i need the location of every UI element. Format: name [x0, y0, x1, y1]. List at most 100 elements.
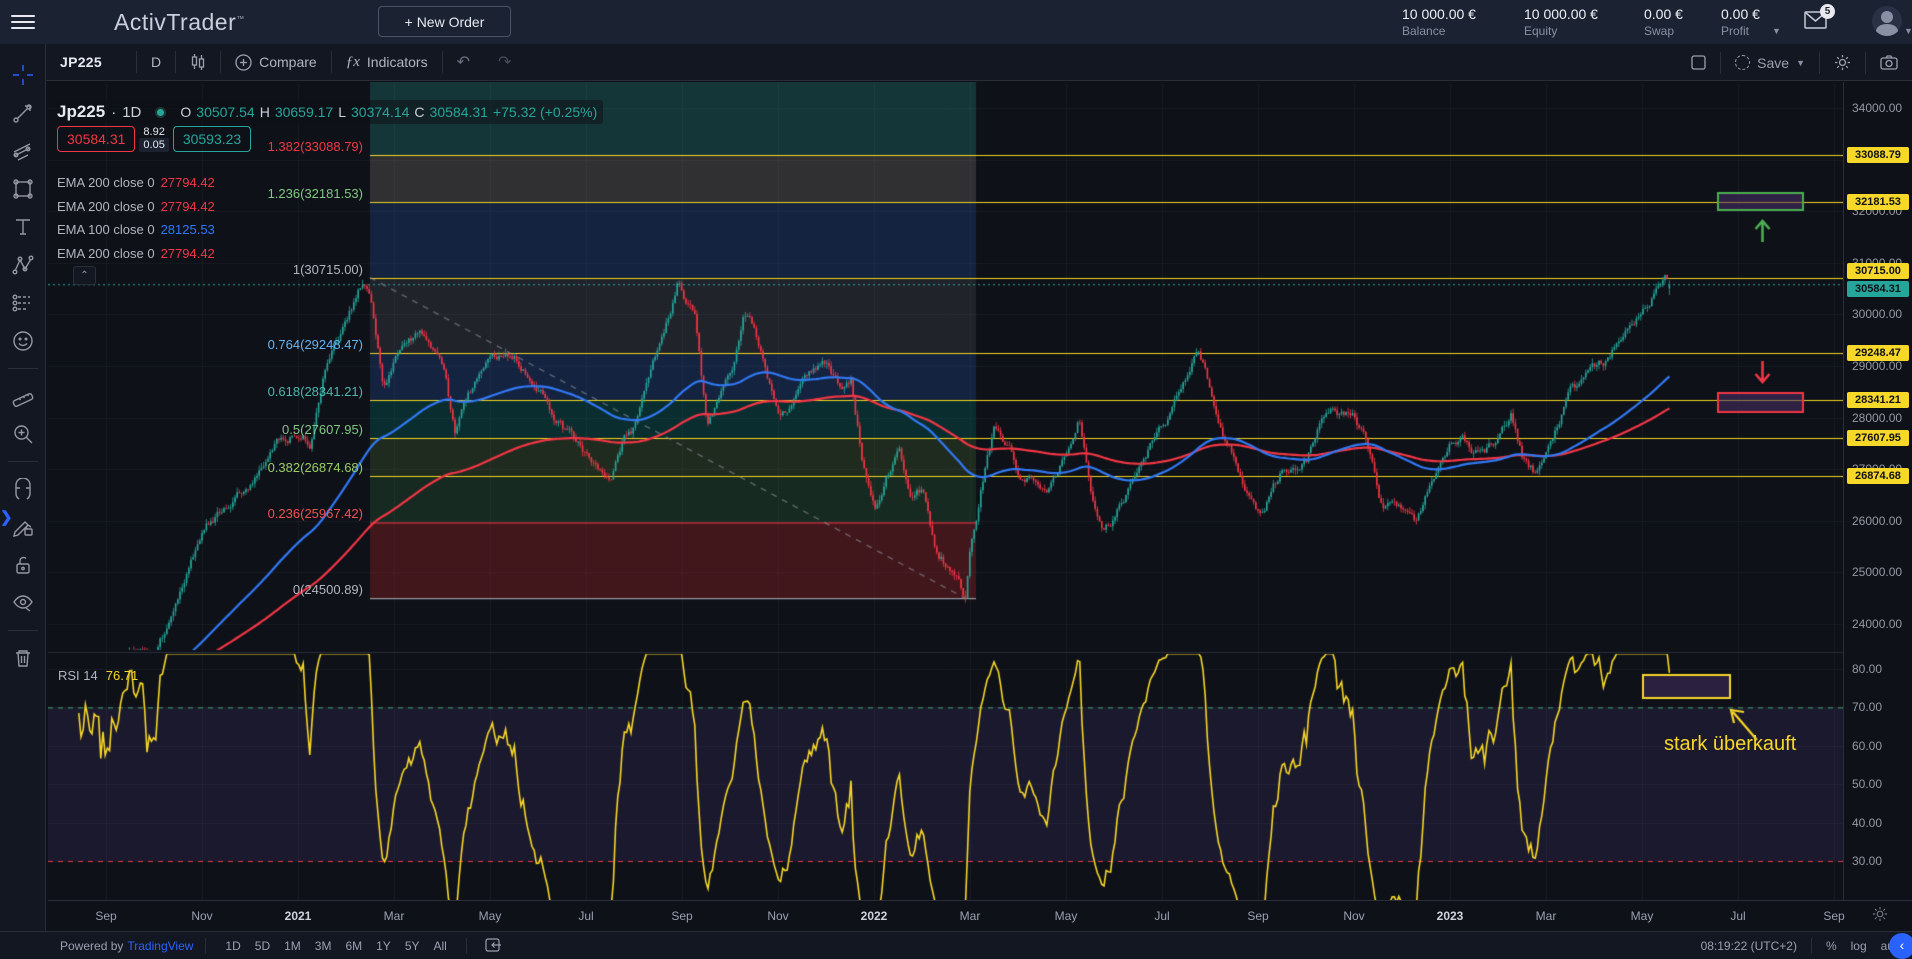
fib-level-label: 1.382(33088.79) [150, 139, 363, 154]
legend-collapse-button[interactable]: ⌃ [73, 266, 96, 285]
emoji-tool[interactable] [6, 324, 40, 358]
sell-button[interactable]: 30584.31 [57, 126, 135, 152]
percent-scale-button[interactable]: % [1826, 939, 1837, 953]
range-button-1y[interactable]: 1Y [369, 937, 398, 955]
text-tool[interactable] [6, 210, 40, 244]
rsi-gridline-label: 30.00 [1852, 854, 1882, 868]
rsi-gridline-label: 60.00 [1852, 739, 1882, 753]
top-header: ActivTrader™ + New Order 10 000.00 €Bala… [0, 0, 1912, 44]
range-button-all[interactable]: All [427, 937, 454, 955]
legend-symbol: Jp225 [57, 102, 105, 122]
legend-timeframe: 1D [122, 104, 141, 121]
ohlc-values: O30507.54 H30659.17 L30374.14 C30584.31 … [180, 104, 597, 120]
fib-level-label: 0(24500.89) [150, 582, 363, 597]
time-axis-label: Mar [384, 909, 405, 923]
tradingview-link[interactable]: TradingView [127, 939, 193, 953]
range-button-5d[interactable]: 5D [248, 937, 277, 955]
fib-level-label: 1.236(32181.53) [150, 186, 363, 201]
drawing-toolbar [0, 44, 46, 931]
avatar[interactable] [1872, 6, 1902, 36]
shapes-tool[interactable] [6, 172, 40, 206]
time-axis-label: 2022 [861, 909, 888, 923]
price-axis[interactable]: 34000.0032000.0031000.0030000.0029000.00… [1843, 82, 1912, 900]
layout-grid-icon [1691, 55, 1706, 70]
time-axis[interactable]: SepNov2021MarMayJulSepNov2022MarMayJulSe… [48, 900, 1912, 931]
collapse-panel-button[interactable]: ‹ [1889, 933, 1912, 959]
fx-icon: ƒx [346, 54, 360, 71]
chart-legend[interactable]: Jp225 · 1D O30507.54 H30659.17 L30374.14… [57, 100, 603, 124]
fib-level-label: 0.236(25967.42) [150, 506, 363, 521]
new-order-button[interactable]: + New Order [378, 6, 511, 37]
time-axis-label: Sep [95, 909, 116, 923]
change-value: +75.32 (+0.25%) [493, 104, 597, 120]
price-gridline-label: 28000.00 [1852, 411, 1902, 425]
lock-drawings-tool[interactable] [6, 548, 40, 582]
symbol-search-button[interactable]: JP225 [46, 44, 136, 81]
range-button-3m[interactable]: 3M [308, 937, 339, 955]
hamburger-menu-icon[interactable] [0, 0, 46, 44]
hide-drawings-tool[interactable] [6, 586, 40, 620]
magnet-tool[interactable] [6, 472, 40, 506]
server-clock[interactable]: 08:19:22 (UTC+2) [1701, 939, 1797, 953]
indicators-button[interactable]: ƒx Indicators [332, 44, 442, 81]
layout-button[interactable] [1677, 44, 1720, 81]
fib-level-label: 0.5(27607.95) [150, 422, 363, 437]
chart-toolbar: JP225 D Compare ƒx Indicators ↶ ↷ Save [46, 44, 1912, 81]
time-axis-label: May [1631, 909, 1654, 923]
bottom-bar: Powered by TradingView 1D5D1M3M6M1Y5YAll… [0, 931, 1912, 959]
forecast-tool[interactable] [6, 286, 40, 320]
ema-legend-row[interactable]: EMA 200 close 027794.42 [57, 246, 215, 261]
range-button-5y[interactable]: 5Y [398, 937, 427, 955]
rsi-gridline-label: 70.00 [1852, 700, 1882, 714]
settings-button[interactable] [1820, 44, 1865, 81]
undo-button[interactable]: ↶ [443, 44, 484, 81]
compare-button[interactable]: Compare [221, 44, 331, 81]
ema-legend-row[interactable]: EMA 200 close 027794.42 [57, 199, 215, 214]
time-axis-label: Mar [960, 909, 981, 923]
fib-level-label: 0.382(26874.68) [150, 460, 363, 475]
price-level-badge: 26874.68 [1847, 468, 1909, 484]
time-axis-label: Sep [1823, 909, 1844, 923]
axis-settings-gear-icon[interactable] [1872, 906, 1888, 927]
gann-fib-tool[interactable] [6, 134, 40, 168]
panel-expand-chevron[interactable]: ❯ [0, 508, 13, 526]
price-chart-canvas[interactable] [48, 82, 1843, 900]
compare-plus-icon [235, 54, 252, 71]
trend-line-tool[interactable] [6, 96, 40, 130]
price-gridline-label: 26000.00 [1852, 514, 1902, 528]
ema-legend-row[interactable]: EMA 100 close 028125.53 [57, 222, 215, 237]
rsi-legend[interactable]: RSI 1476.71 [58, 668, 138, 683]
ruler-tool[interactable] [6, 379, 40, 413]
gear-icon [1834, 54, 1851, 71]
screenshot-button[interactable] [1866, 44, 1912, 81]
range-button-6m[interactable]: 6M [338, 937, 369, 955]
log-scale-button[interactable]: log [1851, 939, 1867, 953]
time-axis-label: May [1055, 909, 1078, 923]
price-gridline-label: 34000.00 [1852, 101, 1902, 115]
range-button-1m[interactable]: 1M [277, 937, 308, 955]
rsi-gridline-label: 80.00 [1852, 662, 1882, 676]
chart-style-button[interactable] [176, 44, 220, 81]
save-button[interactable]: Save ▼ [1721, 44, 1819, 81]
remove-drawings-tool[interactable] [6, 641, 40, 675]
time-axis-label: Mar [1536, 909, 1557, 923]
market-status-dot[interactable] [155, 107, 166, 118]
mail-icon[interactable]: 5 [1804, 10, 1830, 32]
redo-button[interactable]: ↷ [484, 44, 525, 81]
zoom-in-tool[interactable] [6, 417, 40, 451]
powered-by: Powered by TradingView [60, 939, 193, 953]
range-button-1d[interactable]: 1D [218, 937, 247, 955]
avatar-caret-icon[interactable]: ▼ [1904, 26, 1912, 36]
overbought-annotation: stark überkauft [1664, 733, 1796, 756]
timeframe-button[interactable]: D [137, 44, 175, 81]
balance-block: 10 000.00 €Balance [1402, 6, 1476, 38]
price-level-badge: 29248.47 [1847, 345, 1909, 361]
pattern-tool[interactable] [6, 248, 40, 282]
time-axis-label: Nov [191, 909, 212, 923]
profit-caret-icon[interactable]: ▼ [1772, 26, 1781, 36]
go-to-date-icon[interactable] [485, 937, 502, 955]
price-level-badge: 28341.21 [1847, 392, 1909, 408]
time-axis-label: 2021 [285, 909, 312, 923]
crosshair-tool[interactable] [6, 58, 40, 92]
price-gridline-label: 24000.00 [1852, 617, 1902, 631]
